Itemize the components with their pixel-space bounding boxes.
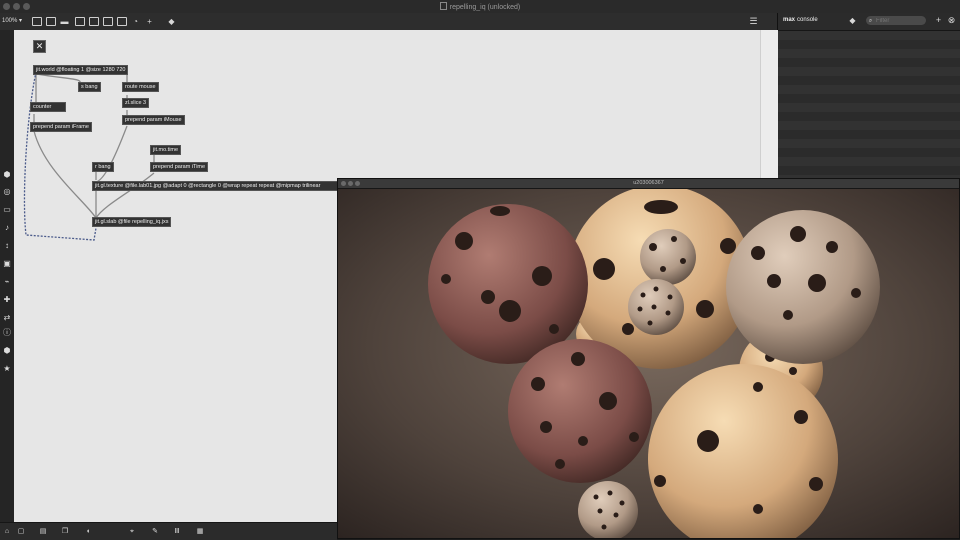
- hexagon-icon[interactable]: ⬢: [2, 346, 12, 356]
- object-label: s bang: [81, 84, 98, 90]
- star-icon[interactable]: ★: [2, 364, 12, 374]
- toggle-button[interactable]: ✕: [33, 40, 46, 53]
- render-window[interactable]: u203006367: [337, 178, 960, 539]
- lock-icon[interactable]: ⌂: [2, 527, 12, 536]
- left-sidebar: ⬢ ◎ ▭ ♪ ↕ ▣ ⌁ ✚ ⇄ ⓘ ⬢ ★: [0, 30, 15, 522]
- presentation-icon[interactable]: [32, 17, 42, 26]
- capture-icon[interactable]: [89, 17, 99, 26]
- bottom-toolbar: ⌂ ▢ ▤ ❐ ◖ ⌖ ✎ Ⅲ ▦: [0, 522, 337, 540]
- paint-bucket-icon[interactable]: ◆: [166, 16, 177, 27]
- help-icon[interactable]: ◔: [130, 16, 141, 27]
- render-window-title: u203006367: [633, 180, 664, 186]
- package-icon[interactable]: ⬢: [2, 170, 12, 180]
- object-label: jit.world @floating 1 @size 1280 720: [36, 67, 126, 73]
- patcher-toolbar: 100% ▾ ▬ ◔ + ◆ ☰: [0, 13, 777, 31]
- debug-icon[interactable]: ⌖: [127, 527, 137, 536]
- object-jit-gl-slab[interactable]: jit.gl.slab @file repelling_iq.jxs: [92, 217, 172, 227]
- console-title: max console: [783, 17, 818, 23]
- render-window-title-bar: u203006367: [338, 179, 959, 189]
- object-label: r bang: [95, 164, 111, 170]
- object-label: jit.gl.slab @file repelling_iq.jxs: [95, 219, 169, 225]
- sidebar-toggle-icon[interactable]: ☰: [748, 16, 759, 27]
- wrench-icon[interactable]: ✎: [150, 527, 160, 536]
- clear-console-icon[interactable]: ⊗: [946, 15, 957, 26]
- info-icon[interactable]: ⓘ: [2, 328, 12, 338]
- rendered-scene: [338, 189, 959, 538]
- paperclip-icon[interactable]: ⌁: [2, 277, 12, 287]
- windows-icon[interactable]: ❐: [60, 527, 70, 536]
- object-label: prepend param iTime: [153, 164, 206, 170]
- object-r-bang[interactable]: r bang: [92, 162, 114, 172]
- add-icon[interactable]: +: [933, 15, 944, 26]
- edit-mode-icon[interactable]: ▢: [16, 527, 26, 536]
- console-header: maxconsole ◆ ⌕ + ⊗: [778, 13, 960, 31]
- object-jit-gl-texture[interactable]: jit.gl.texture @file.lab01.jpg @adapt 0 …: [92, 181, 338, 191]
- window-title-bar: repelling_iq (unlocked): [0, 0, 960, 14]
- zoom-dropdown[interactable]: 100% ▾: [2, 17, 22, 24]
- keyboard-icon[interactable]: ▦: [195, 527, 205, 536]
- window-title-text: repelling_iq (unlocked): [449, 4, 521, 11]
- browser-icon[interactable]: ▭: [2, 205, 12, 215]
- object-label: prepend param iFrame: [33, 124, 89, 130]
- object-label: zl.slice 3: [125, 100, 147, 106]
- object-prepend-imouse[interactable]: prepend param iMouse: [122, 115, 185, 125]
- loop-icon[interactable]: ⇄: [2, 313, 12, 323]
- window-title: repelling_iq (unlocked): [0, 2, 960, 11]
- console-filter-input[interactable]: [866, 16, 926, 25]
- presentation-mode-icon[interactable]: ▤: [38, 527, 48, 536]
- patch-cord[interactable]: [35, 73, 81, 86]
- object-counter[interactable]: counter: [30, 102, 66, 112]
- puzzle-icon[interactable]: ✚: [2, 295, 12, 305]
- object-label: jit.mo.time: [153, 147, 179, 153]
- patch-cord[interactable]: [95, 125, 128, 183]
- object-s-bang[interactable]: s bang: [78, 82, 101, 92]
- object-zl-slice[interactable]: zl.slice 3: [122, 98, 150, 108]
- inspector-icon[interactable]: [46, 17, 56, 26]
- cursor-icon[interactable]: ↕: [2, 241, 12, 251]
- object-route-mouse[interactable]: route mouse: [122, 82, 159, 92]
- target-icon[interactable]: ◎: [2, 187, 12, 197]
- document-icon: [439, 2, 447, 10]
- clear-icon[interactable]: [75, 17, 85, 26]
- object-prepend-itime[interactable]: prepend param iTime: [150, 162, 209, 172]
- object-label: route mouse: [125, 84, 156, 90]
- grid-icon[interactable]: [117, 17, 127, 26]
- console-title-rest: console: [797, 17, 818, 23]
- add-icon[interactable]: +: [144, 16, 155, 27]
- diamond-menu-icon[interactable]: ◆: [847, 15, 858, 26]
- audio-icon[interactable]: ◖: [83, 527, 93, 536]
- zoom-value: 100%: [2, 18, 18, 24]
- object-jit-mo-time[interactable]: jit.mo.time: [150, 145, 182, 155]
- comment-icon[interactable]: ▬: [59, 16, 70, 27]
- console-title-bold: max: [783, 17, 796, 23]
- snapshot-icon[interactable]: [103, 17, 113, 26]
- patch-cord[interactable]: [33, 130, 97, 219]
- object-label: jit.gl.texture @file.lab01.jpg @adapt 0 …: [95, 183, 321, 189]
- object-prepend-iframe[interactable]: prepend param iFrame: [30, 122, 92, 132]
- loop-cord[interactable]: [23, 71, 97, 241]
- image-icon[interactable]: ▣: [2, 259, 12, 269]
- patch-cord[interactable]: [95, 172, 155, 219]
- object-label: counter: [33, 104, 52, 110]
- object-jit-world[interactable]: jit.world @floating 1 @size 1280 720: [33, 65, 129, 75]
- object-label: prepend param iMouse: [125, 117, 182, 123]
- mixer-icon[interactable]: Ⅲ: [172, 527, 182, 536]
- search-icon: ⌕: [868, 18, 873, 24]
- music-icon[interactable]: ♪: [2, 223, 12, 233]
